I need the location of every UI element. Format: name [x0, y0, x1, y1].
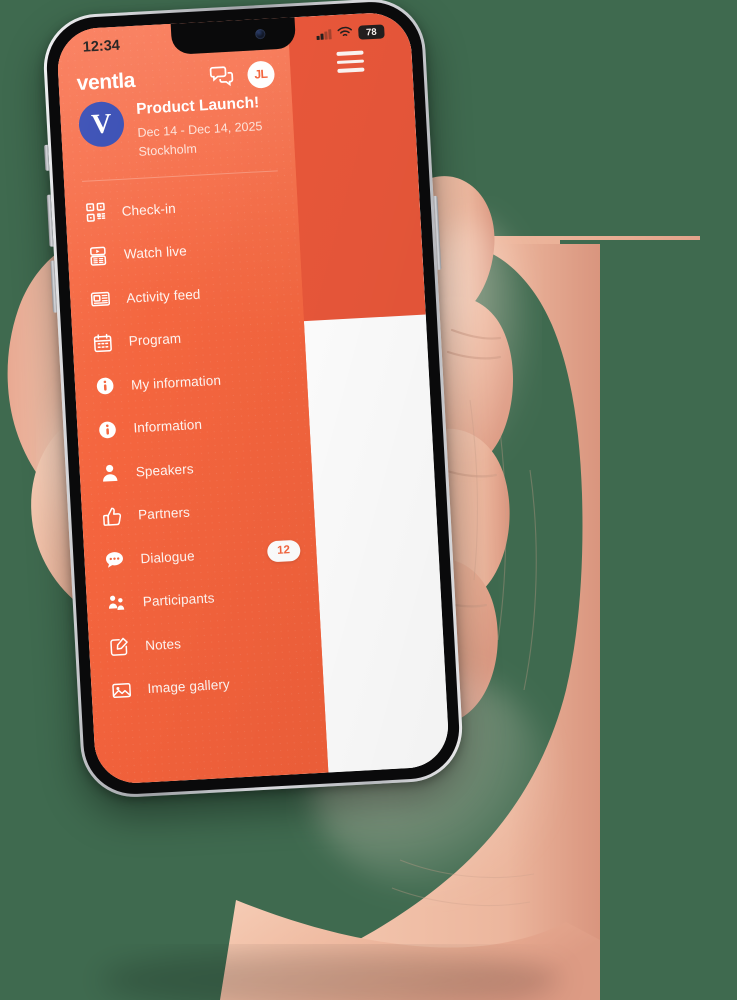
scene: Event ventla JL V Product Launch! Dec 14… — [0, 0, 737, 1000]
drawer-item-label: Dialogue — [140, 548, 195, 567]
phone-mute-switch[interactable] — [44, 144, 50, 171]
youtube-icon — [87, 245, 109, 267]
drawer-item-label: Partners — [137, 504, 191, 523]
people-icon — [105, 592, 127, 614]
info-circle-icon — [94, 375, 116, 397]
battery-indicator: 78 — [358, 24, 385, 40]
phone-device: Event ventla JL V Product Launch! Dec 14… — [41, 0, 465, 800]
drawer-item-label: Check-in — [121, 200, 177, 219]
drawer-item-label: Activity feed — [125, 286, 201, 306]
cellular-signal-icon — [316, 29, 332, 41]
hamburger-menu-icon[interactable] — [336, 50, 365, 73]
info-circle-icon — [96, 419, 118, 441]
brand-logo[interactable]: ventla — [76, 69, 136, 96]
speech-bubble-icon — [103, 549, 125, 571]
status-time: 12:34 — [82, 37, 121, 56]
note-edit-icon — [108, 636, 130, 658]
event-summary: V Product Launch! Dec 14 - Dec 14, 2025 … — [59, 83, 294, 165]
front-camera-icon — [255, 28, 266, 40]
phone-notch — [170, 15, 297, 55]
avatar[interactable]: JL — [246, 59, 276, 89]
drawer-item-label: Information — [133, 417, 203, 436]
drawer-item-label: Speakers — [135, 461, 194, 480]
drawer-item-label: Notes — [144, 636, 182, 653]
drawer-item-label: Participants — [142, 590, 215, 610]
drawer-item-label: Image gallery — [147, 676, 231, 697]
wifi-icon — [337, 25, 353, 42]
drawer-menu: Check-in Watch live Activity feed Program My… — [64, 170, 324, 714]
navigation-drawer: ventla JL V Product Launch! Dec 14 - Dec… — [55, 17, 329, 786]
image-icon — [110, 679, 132, 701]
drawer-item-label: Watch live — [123, 243, 188, 263]
qr-code-icon — [84, 201, 106, 223]
chat-bubbles-icon[interactable] — [209, 65, 235, 88]
person-icon — [98, 462, 120, 484]
drawer-item-label: My information — [130, 372, 222, 393]
event-logo: V — [77, 100, 126, 148]
newspaper-icon — [89, 288, 111, 310]
phone-screen: Event ventla JL V Product Launch! Dec 14… — [55, 10, 451, 786]
drawer-item-badge: 12 — [266, 539, 301, 563]
calendar-icon — [91, 332, 113, 354]
thumbs-up-icon — [101, 506, 123, 528]
event-title: Product Launch! — [135, 94, 260, 118]
drawer-item-label: Program — [128, 331, 182, 349]
